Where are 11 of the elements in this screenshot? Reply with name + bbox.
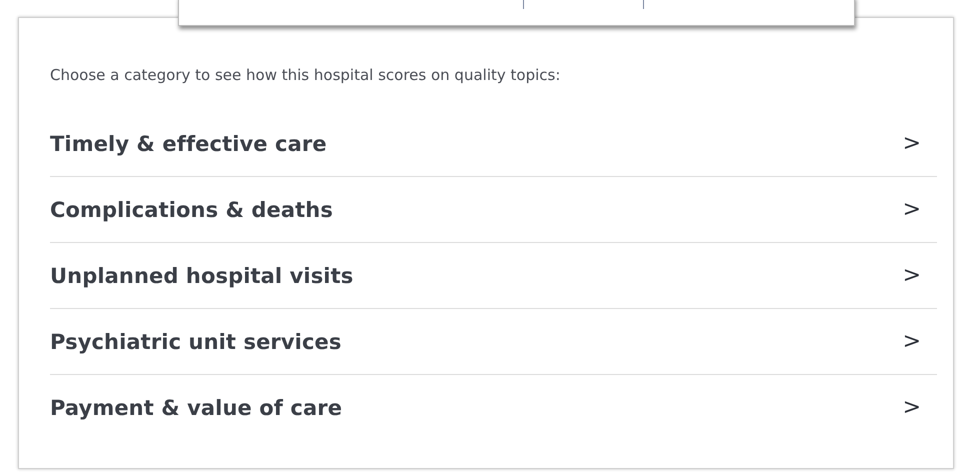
chevron-right-icon: > — [902, 263, 921, 288]
chevron-right-icon: > — [902, 329, 921, 354]
intro-text: Choose a category to see how this hospital scores on quality topics: — [50, 66, 562, 84]
chevron-right-icon: > — [902, 197, 921, 222]
category-link[interactable]: Timely & effective care > — [50, 111, 937, 177]
chevron-right-icon: > — [902, 395, 921, 420]
category-link[interactable]: Unplanned hospital visits > — [50, 243, 937, 309]
category-link[interactable]: Payment & value of care > — [50, 375, 937, 440]
category-link[interactable]: Complications & deaths > — [50, 177, 937, 243]
chevron-right-icon: > — [902, 131, 921, 156]
category-link[interactable]: Psychiatric unit services > — [50, 309, 937, 375]
